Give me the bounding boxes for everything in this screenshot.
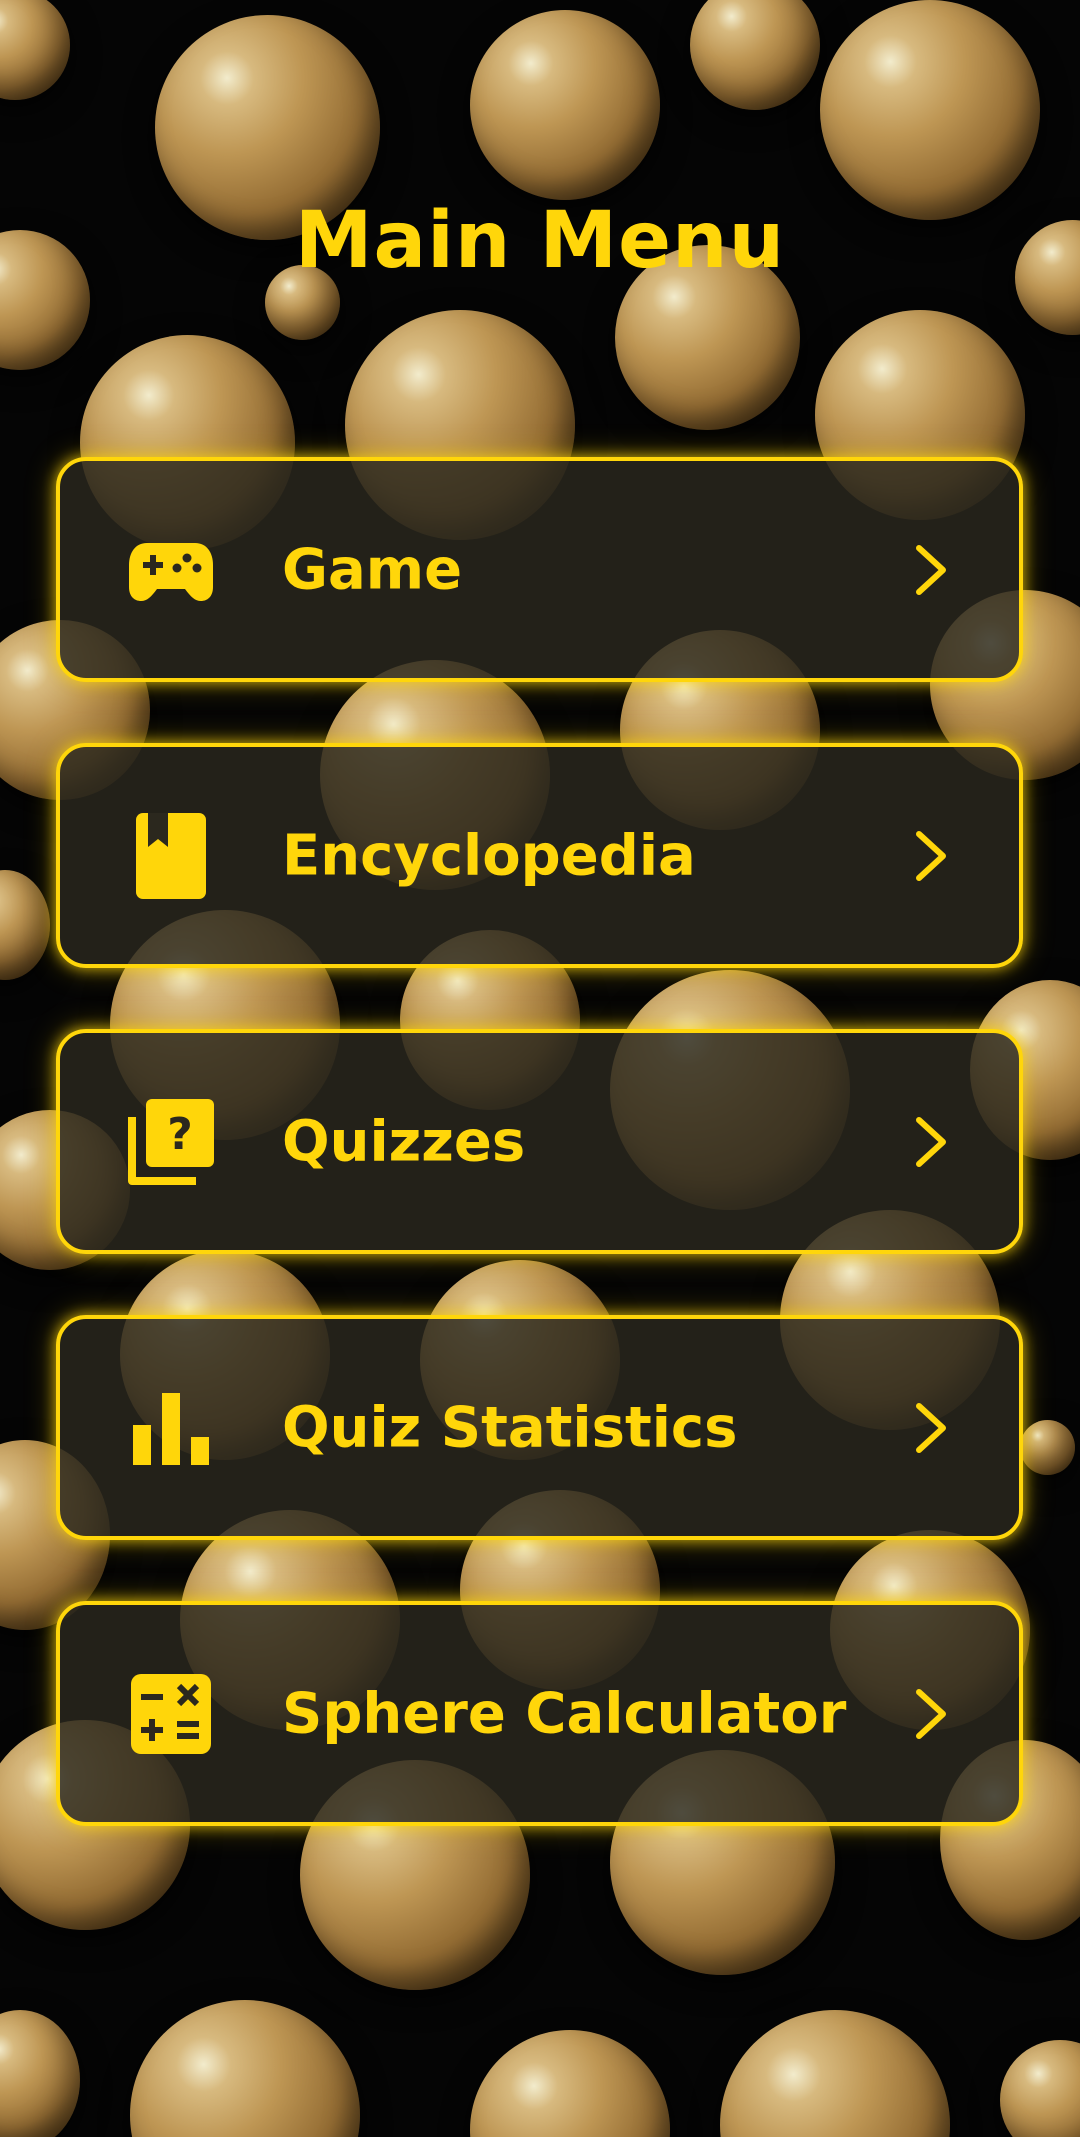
background-sphere (470, 2030, 670, 2137)
background-sphere (0, 2010, 80, 2137)
background-sphere (0, 870, 50, 980)
menu-item-label: Game (282, 537, 463, 602)
quiz-icon: ? (126, 1097, 216, 1187)
page-title: Main Menu (294, 196, 786, 287)
menu-item-sphere-calculator[interactable]: Sphere Calculator (56, 1601, 1023, 1826)
background-sphere (470, 10, 660, 200)
gamepad-icon (126, 525, 216, 615)
calculator-icon (126, 1669, 216, 1759)
menu-item-label: Sphere Calculator (282, 1681, 847, 1746)
book-icon (126, 811, 216, 901)
main-menu-list: Game Encyclopedia ? Quizzes Quiz Statist… (56, 457, 1023, 1887)
background-sphere (720, 2010, 950, 2137)
menu-item-label: Quizzes (282, 1109, 526, 1174)
menu-item-quiz-statistics[interactable]: Quiz Statistics (56, 1315, 1023, 1540)
background-sphere (820, 0, 1040, 220)
menu-item-label: Quiz Statistics (282, 1395, 738, 1460)
svg-text:?: ? (167, 1109, 193, 1160)
main-menu-screen: Main Menu Game Encyclopedia ? Quizzes Qu… (0, 0, 1080, 2137)
chevron-right-icon (916, 830, 946, 881)
chevron-right-icon (916, 1116, 946, 1167)
chevron-right-icon (916, 1688, 946, 1739)
background-sphere (1000, 2040, 1080, 2137)
background-sphere (1020, 1420, 1075, 1475)
menu-item-encyclopedia[interactable]: Encyclopedia (56, 743, 1023, 968)
background-sphere (0, 0, 70, 100)
bar-chart-icon (126, 1383, 216, 1473)
menu-item-game[interactable]: Game (56, 457, 1023, 682)
background-sphere (130, 2000, 360, 2137)
menu-item-label: Encyclopedia (282, 823, 696, 888)
background-sphere (690, 0, 820, 110)
chevron-right-icon (916, 1402, 946, 1453)
menu-item-quizzes[interactable]: ? Quizzes (56, 1029, 1023, 1254)
chevron-right-icon (916, 544, 946, 595)
